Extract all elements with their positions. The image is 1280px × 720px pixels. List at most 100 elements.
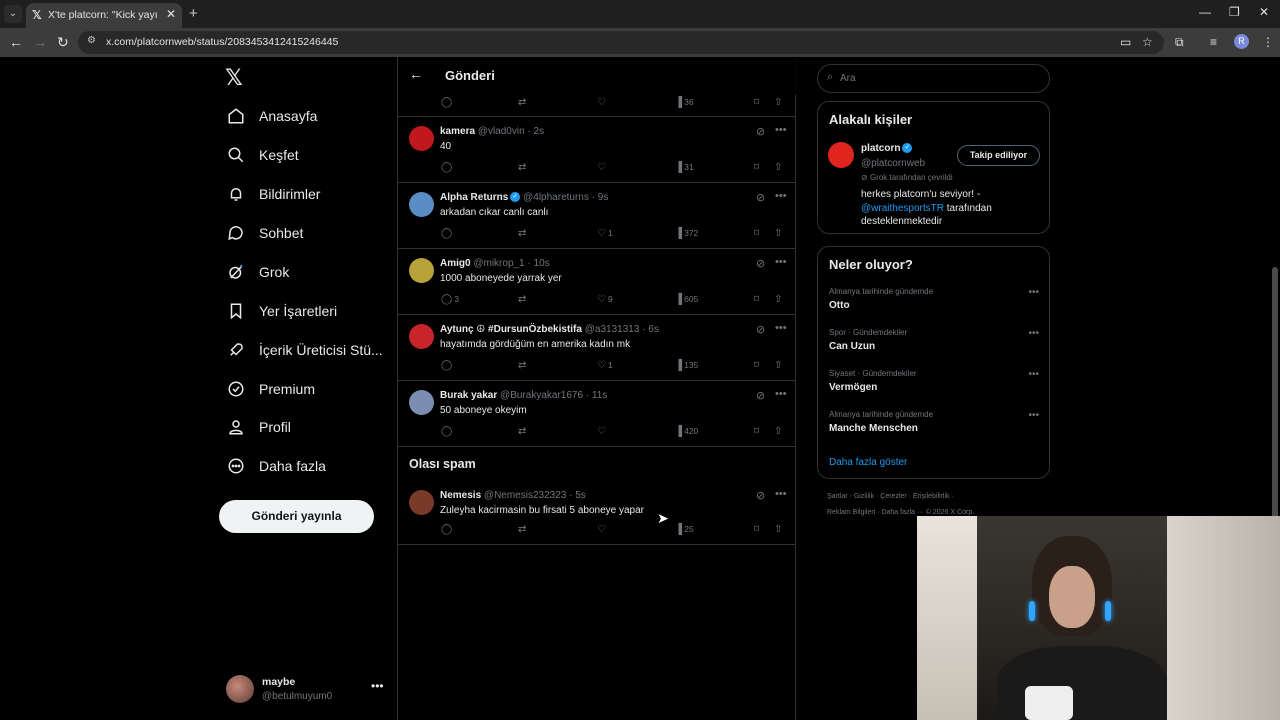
share-icon[interactable]: ⇧ — [774, 294, 782, 305]
views-icon[interactable]: ▐ 135 — [675, 360, 698, 371]
share-icon[interactable]: ⇧ — [774, 360, 782, 371]
avatar[interactable] — [409, 126, 434, 151]
x-logo-icon[interactable]: 𝕏 — [225, 65, 243, 91]
author-handle[interactable]: @a3131313 — [585, 324, 640, 335]
like-icon[interactable]: ♡ 1 — [597, 360, 613, 371]
bookmark-icon[interactable]: ⌑ — [754, 360, 759, 371]
show-more-link[interactable]: Daha fazla göster — [829, 457, 907, 468]
avatar[interactable] — [409, 490, 434, 515]
timestamp[interactable]: 6s — [648, 324, 659, 335]
author-handle[interactable]: @4lphareturns — [523, 192, 589, 203]
bio-mention-link[interactable]: @wraithesportsTR — [861, 203, 944, 214]
reply-item[interactable]: kamera @vlad0vin · 2s 40 ⊘ ••• ◯ ⇄ ♡ ▐ 31… — [398, 117, 796, 183]
sidebar-item-explore[interactable]: Keşfet — [226, 140, 299, 170]
timestamp[interactable]: 2s — [534, 126, 545, 137]
more-dots-icon[interactable]: ••• — [1028, 410, 1039, 421]
sidebar-item-bookmarks[interactable]: Yer İşaretleri — [226, 296, 337, 326]
sidebar-item-profile[interactable]: Profil — [226, 412, 291, 442]
account-switcher[interactable]: maybe @betulmuyum0 ••• — [226, 674, 386, 704]
back-icon[interactable]: ← — [9, 34, 23, 50]
repost-icon[interactable]: ⇄ — [518, 228, 526, 239]
forward-icon[interactable]: → — [33, 34, 47, 50]
share-icon[interactable]: ⇧ — [774, 97, 782, 108]
trend-item[interactable]: Spor · Gündemdekiler Can Uzun ••• — [829, 328, 1039, 364]
following-button[interactable]: Takip ediliyor — [957, 145, 1040, 166]
author-name[interactable]: Nemesis — [440, 490, 481, 501]
person-handle[interactable]: @platcornweb — [861, 158, 925, 169]
share-icon[interactable]: ⇧ — [774, 228, 782, 239]
share-icon[interactable]: ⇧ — [774, 162, 782, 173]
like-icon[interactable]: ♡ — [597, 524, 606, 535]
reply-icon[interactable]: ◯ 3 — [441, 294, 459, 305]
repost-icon[interactable]: ⇄ — [518, 97, 526, 108]
repost-icon[interactable]: ⇄ — [518, 294, 526, 305]
views-icon[interactable]: ▐ 36 — [675, 97, 694, 108]
author-name[interactable]: Alpha Returns — [440, 192, 508, 203]
reply-icon[interactable]: ◯ — [441, 524, 452, 535]
sidebar-item-grok[interactable]: Grok — [226, 257, 289, 287]
more-dots-icon[interactable]: ••• — [1028, 328, 1039, 339]
avatar[interactable] — [409, 192, 434, 217]
avatar[interactable] — [409, 258, 434, 283]
browser-tab[interactable]: 𝕏 X'te platcorn: "Kick yayıncısı Ad ✕ — [26, 3, 182, 28]
more-dots-icon[interactable]: ••• — [775, 190, 787, 202]
author-handle[interactable]: @Burakyakar1676 — [500, 390, 583, 401]
search-input[interactable]: ⌕ Ara — [817, 64, 1050, 93]
views-icon[interactable]: ▐ 420 — [675, 426, 698, 437]
tab-close-icon[interactable]: ✕ — [166, 7, 176, 21]
like-icon[interactable]: ♡ — [597, 97, 606, 108]
more-dots-icon[interactable]: ••• — [775, 124, 787, 136]
restore-icon[interactable]: ❐ — [1229, 5, 1240, 19]
footer-links[interactable]: Şartlar · Gizlilik · Çerezler · Erişileb… — [827, 493, 954, 500]
author-handle[interactable]: @Nemesis232323 — [484, 490, 566, 501]
avatar[interactable] — [409, 324, 434, 349]
bookmark-icon[interactable]: ⌑ — [754, 97, 759, 108]
more-dots-icon[interactable]: ••• — [1028, 369, 1039, 380]
like-icon[interactable]: ♡ — [597, 426, 606, 437]
new-tab-icon[interactable]: + — [189, 5, 198, 22]
minimize-icon[interactable]: — — [1199, 5, 1211, 19]
author-name[interactable]: Amig0 — [440, 258, 471, 269]
reply-icon[interactable]: ◯ — [441, 360, 452, 371]
reply-icon[interactable]: ◯ — [441, 426, 452, 437]
trend-item[interactable]: Siyaset · Gündemdekiler Vermögen ••• — [829, 369, 1039, 405]
more-dots-icon[interactable]: ••• — [775, 488, 787, 500]
repost-icon[interactable]: ⇄ — [518, 426, 526, 437]
bookmark-icon[interactable]: ⌑ — [754, 294, 759, 305]
more-dots-icon[interactable]: ••• — [1028, 287, 1039, 298]
tab-search-icon[interactable]: ⌄ — [4, 5, 22, 23]
footer-links[interactable]: Reklam Bilgileri · Daha fazla ··· © 2026… — [827, 509, 974, 516]
timestamp[interactable]: 9s — [598, 192, 609, 203]
sidebar-item-premium[interactable]: Premium — [226, 374, 315, 404]
media-icon[interactable]: ≡ — [1210, 35, 1217, 49]
author-name[interactable]: kamera — [440, 126, 475, 137]
timestamp[interactable]: 10s — [534, 258, 550, 269]
sidebar-item-home[interactable]: Anasayfa — [226, 101, 317, 131]
more-dots-icon[interactable]: ••• — [775, 256, 787, 268]
views-icon[interactable]: ▐ 25 — [675, 524, 694, 535]
sidebar-item-notifications[interactable]: Bildirimler — [226, 179, 320, 209]
author-name[interactable]: Aytunç ☮ #DursunÖzbekistifa — [440, 324, 582, 335]
repost-icon[interactable]: ⇄ — [518, 162, 526, 173]
extensions-icon[interactable]: ⧉ — [1175, 35, 1184, 50]
reply-icon[interactable]: ◯ — [441, 97, 452, 108]
sidebar-item-more[interactable]: Daha fazla — [226, 451, 326, 481]
bookmark-icon[interactable]: ⌑ — [754, 162, 759, 173]
author-name[interactable]: Burak yakar — [440, 390, 497, 401]
views-icon[interactable]: ▐ 605 — [675, 294, 698, 305]
grok-icon[interactable]: ⊘ — [756, 257, 765, 270]
bookmark-icon[interactable]: ⌑ — [754, 524, 759, 535]
bookmark-icon[interactable]: ⌑ — [754, 228, 759, 239]
avatar[interactable] — [828, 142, 854, 168]
timestamp[interactable]: 11s — [592, 390, 607, 401]
bookmark-star-icon[interactable]: ☆ — [1142, 35, 1153, 49]
reply-item[interactable]: Alpha Returns ✓ @4lphareturns · 9s arkada… — [398, 183, 796, 249]
url-field[interactable]: ⚙ x.com/platcornweb/status/2083453412415… — [78, 31, 1164, 54]
bookmark-icon[interactable]: ⌑ — [754, 426, 759, 437]
reply-item[interactable]: Nemesis @Nemesis232323 · 5s Zuleyha kaci… — [398, 481, 796, 545]
like-icon[interactable]: ♡ 1 — [597, 228, 613, 239]
share-icon[interactable]: ⇧ — [774, 426, 782, 437]
views-icon[interactable]: ▐ 372 — [675, 228, 698, 239]
author-handle[interactable]: @mikrop_1 — [473, 258, 524, 269]
repost-icon[interactable]: ⇄ — [518, 524, 526, 535]
